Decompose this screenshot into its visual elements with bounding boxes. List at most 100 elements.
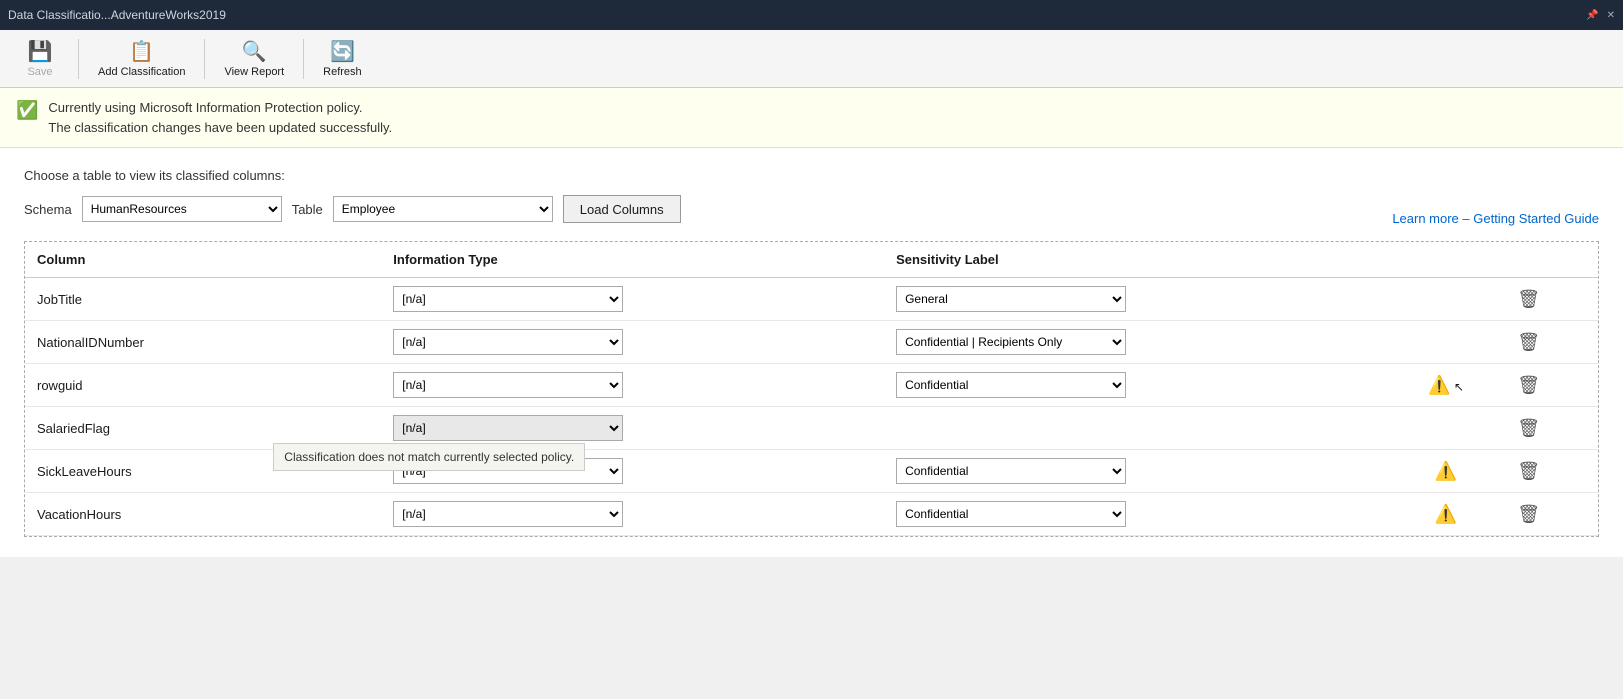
info-type-select[interactable]: [n/a]BankingCredit CardFinancialHealthNa… [393, 458, 623, 484]
controls-row: Schema HumanResources Table Employee Loa… [24, 195, 1599, 241]
sensitivity-select[interactable]: GeneralConfidentialConfidential | Recipi… [896, 501, 1126, 527]
title-bar: Data Classificatio...AdventureWorks2019 … [0, 0, 1623, 30]
warning-icon: ⚠️ [1435, 461, 1457, 481]
schema-label: Schema [24, 202, 72, 217]
add-classification-button[interactable]: 📋 Add Classification [87, 34, 196, 83]
view-report-button[interactable]: 🔍 View Report [213, 34, 295, 83]
delete-cell: 🗑 [1505, 407, 1598, 450]
table-row: SalariedFlag [n/a]BankingCredit CardFinan… [25, 407, 1598, 450]
view-report-label: View Report [224, 66, 284, 78]
toolbar-separator-2 [204, 39, 205, 79]
sensitivity-select[interactable]: GeneralConfidentialConfidential | Recipi… [896, 458, 1126, 484]
title-bar-title: Data Classificatio...AdventureWorks2019 [8, 8, 1578, 22]
table-row: JobTitle [n/a]BankingCredit CardFinancial… [25, 278, 1598, 321]
sensitivity-cell: GeneralConfidentialConfidential | Recipi… [884, 493, 1387, 536]
delete-cell: 🗑 [1505, 321, 1598, 364]
sensitivity-select[interactable]: GeneralConfidentialConfidential | Recipi… [896, 329, 1126, 355]
delete-icon[interactable]: 🗑 [1517, 418, 1540, 438]
warning-cell: ⚠️ [1387, 493, 1505, 536]
info-type-select[interactable]: [n/a]BankingCredit CardFinancialHealthNa… [393, 286, 623, 312]
view-report-icon: 🔍 [242, 39, 267, 64]
delete-icon[interactable]: 🗑 [1517, 332, 1540, 352]
notification-text: Currently using Microsoft Information Pr… [48, 98, 392, 137]
table-select[interactable]: Employee [333, 196, 553, 222]
sensitivity-cell: GeneralConfidentialConfidential | Recipi… [884, 278, 1387, 321]
table-row: NationalIDNumber [n/a]BankingCredit CardF… [25, 321, 1598, 364]
data-table-container: Column Information Type Sensitivity Labe… [24, 241, 1599, 537]
add-classification-label: Add Classification [98, 66, 185, 78]
info-type-select[interactable]: [n/a]BankingCredit CardFinancialHealthNa… [393, 501, 623, 527]
save-label: Save [27, 66, 52, 78]
schema-select[interactable]: HumanResources [82, 196, 282, 222]
learn-more-link[interactable]: Learn more – Getting Started Guide [1392, 211, 1599, 226]
info-type-cell: [n/a]BankingCredit CardFinancialHealthNa… [381, 321, 884, 364]
column-name: JobTitle [25, 278, 381, 321]
sensitivity-cell: GeneralConfidentialConfidential | Recipi… [884, 450, 1387, 493]
refresh-label: Refresh [323, 66, 362, 78]
info-type-select[interactable]: [n/a]BankingCredit CardFinancialHealthNa… [393, 415, 623, 441]
column-header-sensitivity: Sensitivity Label [884, 242, 1387, 278]
warning-cell [1387, 407, 1505, 450]
toolbar-separator-1 [78, 39, 79, 79]
column-name: VacationHours [25, 493, 381, 536]
table-label: Table [292, 202, 323, 217]
column-header-warning [1387, 242, 1505, 278]
column-header-column: Column [25, 242, 381, 278]
toolbar-separator-3 [303, 39, 304, 79]
table-header: Column Information Type Sensitivity Labe… [25, 242, 1598, 278]
table-row: rowguid [n/a]BankingCredit CardFinancialH… [25, 364, 1598, 407]
info-type-tooltip-wrap: [n/a]BankingCredit CardFinancialHealthNa… [393, 415, 623, 441]
warning-icon: ⚠️ [1428, 375, 1450, 395]
schema-table-selectors: Schema HumanResources Table Employee Loa… [24, 195, 681, 223]
save-icon: 💾 [28, 39, 53, 64]
sensitivity-cell: GeneralConfidentialConfidential | Recipi… [884, 364, 1387, 407]
table-row: VacationHours [n/a]BankingCredit CardFina… [25, 493, 1598, 536]
column-name: SickLeaveHours [25, 450, 381, 493]
close-icon[interactable]: ✕ [1607, 10, 1615, 21]
warning-cell [1387, 278, 1505, 321]
delete-cell: 🗑 [1505, 364, 1598, 407]
warning-icon: ⚠️ [1435, 504, 1457, 524]
delete-cell: 🗑 [1505, 278, 1598, 321]
refresh-button[interactable]: 🔄 Refresh [312, 34, 373, 83]
pin-icon[interactable]: 📌 [1586, 10, 1598, 21]
add-classification-icon: 📋 [129, 39, 154, 64]
info-type-select[interactable]: [n/a]BankingCredit CardFinancialHealthNa… [393, 329, 623, 355]
scroll-area[interactable]: Column Information Type Sensitivity Labe… [25, 242, 1598, 536]
column-header-info-type: Information Type [381, 242, 884, 278]
table-body: JobTitle [n/a]BankingCredit CardFinancial… [25, 278, 1598, 536]
sensitivity-select[interactable]: GeneralConfidentialConfidential | Recipi… [896, 372, 1126, 398]
save-button[interactable]: 💾 Save [10, 34, 70, 83]
success-icon: ✅ [16, 100, 38, 121]
column-name: rowguid [25, 364, 381, 407]
column-name: NationalIDNumber [25, 321, 381, 364]
classification-table: Column Information Type Sensitivity Labe… [25, 242, 1598, 536]
info-type-cell: [n/a]BankingCredit CardFinancialHealthNa… [381, 450, 884, 493]
notification-line2: The classification changes have been upd… [48, 118, 392, 138]
delete-icon[interactable]: 🗑 [1517, 461, 1540, 481]
column-name: SalariedFlag [25, 407, 381, 450]
info-type-cell: [n/a]BankingCredit CardFinancialHealthNa… [381, 407, 884, 450]
table-row: SickLeaveHours [n/a]BankingCredit CardFin… [25, 450, 1598, 493]
sensitivity-cell: GeneralConfidentialConfidential | Recipi… [884, 321, 1387, 364]
section-label: Choose a table to view its classified co… [24, 168, 1599, 183]
warning-cell [1387, 321, 1505, 364]
info-type-select[interactable]: [n/a]BankingCredit CardFinancialHealthNa… [393, 372, 623, 398]
delete-icon[interactable]: 🗑 [1517, 289, 1540, 309]
delete-cell: 🗑 [1505, 493, 1598, 536]
notification-bar: ✅ Currently using Microsoft Information … [0, 88, 1623, 148]
delete-icon[interactable]: 🗑 [1517, 375, 1540, 395]
delete-cell: 🗑 [1505, 450, 1598, 493]
sensitivity-select[interactable]: GeneralConfidentialConfidential | Recipi… [896, 286, 1126, 312]
refresh-icon: 🔄 [330, 39, 355, 64]
toolbar: 💾 Save 📋 Add Classification 🔍 View Repor… [0, 30, 1623, 88]
info-type-cell: [n/a]BankingCredit CardFinancialHealthNa… [381, 493, 884, 536]
info-type-cell: [n/a]BankingCredit CardFinancialHealthNa… [381, 364, 884, 407]
warning-cell: ⚠️ [1387, 450, 1505, 493]
load-columns-button[interactable]: Load Columns [563, 195, 681, 223]
info-type-cell: [n/a]BankingCredit CardFinancialHealthNa… [381, 278, 884, 321]
column-header-delete [1505, 242, 1598, 278]
delete-icon[interactable]: 🗑 [1517, 504, 1540, 524]
notification-line1: Currently using Microsoft Information Pr… [48, 98, 392, 118]
sensitivity-cell [884, 407, 1387, 450]
